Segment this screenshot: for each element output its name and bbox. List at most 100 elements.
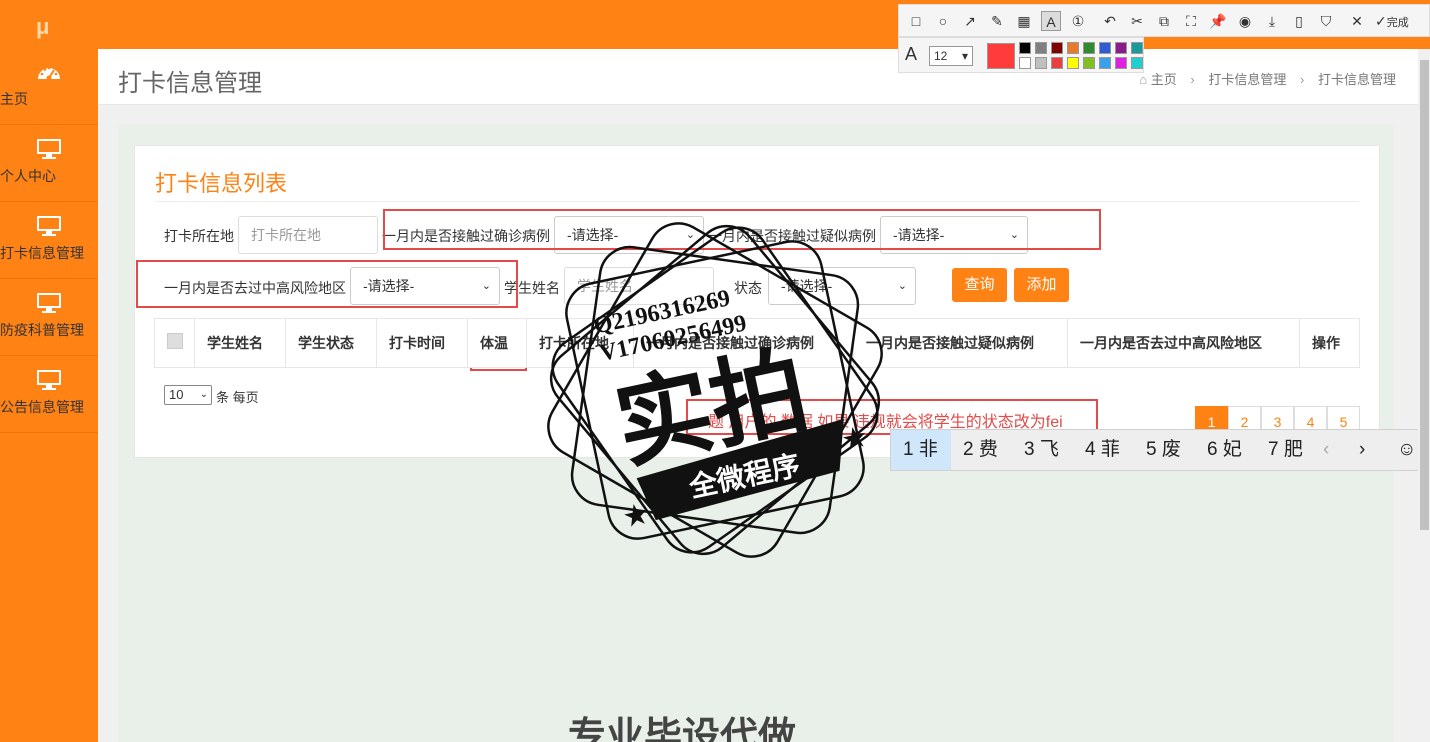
screenshot-toolbar: □ ○ ↗ ✎ ▦ A ① ↶ ✂ ⧉ ⛶ 📌 ◉ ⤓ ▯ ⛉ ✕ ✓完成 xyxy=(898,4,1430,37)
chevron-right-icon[interactable]: › xyxy=(1359,430,1365,470)
chevron-right-icon: › xyxy=(1190,72,1195,87)
ime-candidate[interactable]: 4 菲 xyxy=(1085,430,1120,470)
color-swatch[interactable] xyxy=(1035,57,1047,69)
location-label: 打卡所在地 xyxy=(164,228,234,244)
table-header[interactable]: 体温 xyxy=(468,319,527,367)
breadcrumb-home[interactable]: 主页 xyxy=(1151,72,1177,87)
table-header: 操作 xyxy=(1312,335,1340,351)
page-size-select[interactable]: 10 ⌄ xyxy=(164,385,212,405)
color-swatch[interactable] xyxy=(1083,42,1095,54)
watermark-bottom-text: 专业毕设代做 xyxy=(568,716,797,742)
divider xyxy=(155,201,1359,202)
selected-color[interactable] xyxy=(987,43,1015,69)
table-header[interactable]: 学生姓名 xyxy=(195,319,286,367)
table-header[interactable]: 一月内是否去过中高风险地区 xyxy=(1068,319,1300,367)
chevron-right-icon: › xyxy=(1300,72,1305,87)
color-swatch[interactable] xyxy=(1051,42,1063,54)
undo-icon[interactable]: ↶ xyxy=(1100,11,1120,31)
ime-candidate-bar: 1 非 2 费 3 飞 4 菲 5 废 6 妃 7 肥 ‹ › ☺ xyxy=(890,429,1430,471)
emoji-icon[interactable]: ☺ xyxy=(1397,430,1416,470)
monitor-icon xyxy=(37,139,61,159)
add-button[interactable]: 添加 xyxy=(1014,268,1069,302)
font-size-icon: A xyxy=(905,44,918,64)
panel-title: 打卡信息列表 xyxy=(155,171,288,196)
font-size-value: 12 xyxy=(934,49,948,63)
arrow-tool-icon[interactable]: ↗ xyxy=(960,11,980,31)
ime-candidate[interactable]: 6 妃 xyxy=(1207,430,1242,470)
sidebar: μ 主页 个人中心 打卡信息管理 防疫科普管理 公告信息管理 xyxy=(0,0,98,742)
table-header[interactable]: 打卡时间 xyxy=(377,319,468,367)
ime-candidate[interactable]: 7 肥 xyxy=(1268,430,1303,470)
done-label: 完成 xyxy=(1386,17,1409,29)
sidebar-item-label: 主页 xyxy=(0,91,28,107)
chevron-down-icon: ⌄ xyxy=(199,389,208,400)
sidebar-item-profile[interactable]: 个人中心 xyxy=(0,126,98,202)
color-swatch[interactable] xyxy=(1067,42,1079,54)
main-header: 打卡信息管理 ⌂ 主页 › 打卡信息管理 › 打卡信息管理 xyxy=(98,49,1418,105)
table-header[interactable]: 学生状态 xyxy=(286,319,377,367)
breadcrumb-current: 打卡信息管理 xyxy=(1317,72,1396,87)
logo: μ xyxy=(36,14,50,39)
color-swatch[interactable] xyxy=(1099,42,1111,54)
font-size-select[interactable]: 12 ▾ xyxy=(929,46,973,66)
breadcrumb-section[interactable]: 打卡信息管理 xyxy=(1208,72,1286,87)
home-icon: ⌂ xyxy=(1139,72,1148,87)
color-swatch[interactable] xyxy=(1067,57,1079,69)
annotation-box xyxy=(136,260,518,308)
breadcrumb: ⌂ 主页 › 打卡信息管理 › 打卡信息管理 xyxy=(1139,69,1396,88)
color-swatch[interactable] xyxy=(1115,42,1127,54)
color-swatch[interactable] xyxy=(1083,57,1095,69)
scrollbar-thumb[interactable] xyxy=(1420,60,1429,530)
ime-candidate[interactable]: 1 非 xyxy=(891,430,951,470)
monitor-icon xyxy=(37,216,61,236)
ime-candidate[interactable]: 5 废 xyxy=(1146,430,1181,470)
sidebar-item-label: 公告信息管理 xyxy=(0,399,84,415)
color-swatch[interactable] xyxy=(1035,42,1047,54)
color-swatch[interactable] xyxy=(1131,57,1143,69)
screenshot-text-options: A 12 ▾ xyxy=(898,37,1144,73)
color-swatch[interactable] xyxy=(1019,57,1031,69)
record-icon[interactable]: ◉ xyxy=(1235,11,1255,31)
ocr-icon[interactable]: ⧉ xyxy=(1154,11,1174,31)
ime-candidate[interactable]: 3 飞 xyxy=(1024,430,1059,470)
sidebar-item-notice[interactable]: 公告信息管理 xyxy=(0,357,98,433)
scissors-icon[interactable]: ✂ xyxy=(1127,11,1147,31)
sidebar-item-checkin[interactable]: 打卡信息管理 xyxy=(0,203,98,279)
page-title: 打卡信息管理 xyxy=(118,70,262,97)
color-swatch[interactable] xyxy=(1131,42,1143,54)
text-tool-icon[interactable]: A xyxy=(1041,11,1061,31)
pen-tool-icon[interactable]: ✎ xyxy=(987,11,1007,31)
sidebar-item-home[interactable]: 主页 xyxy=(0,49,98,125)
chevron-left-icon[interactable]: ‹ xyxy=(1323,430,1329,470)
number-tool-icon[interactable]: ① xyxy=(1068,11,1088,31)
mosaic-tool-icon[interactable]: ▦ xyxy=(1014,11,1034,31)
monitor-icon xyxy=(37,370,61,390)
watermark-stamp: Q2196316269 V17060256499 实拍 全微程序 ★ ★ xyxy=(547,222,883,558)
close-icon[interactable]: ✕ xyxy=(1347,11,1367,31)
ime-candidate[interactable]: 2 费 xyxy=(963,430,998,470)
monitor-icon xyxy=(37,293,61,313)
sidebar-item-label: 个人中心 xyxy=(0,168,56,184)
page-size-suffix: 条 每页 xyxy=(216,390,259,405)
pin-icon[interactable]: 📌 xyxy=(1208,11,1228,31)
sidebar-item-label: 防疫科普管理 xyxy=(0,322,84,338)
phone-icon[interactable]: ▯ xyxy=(1289,11,1309,31)
location-input[interactable] xyxy=(238,216,378,254)
bookmark-icon[interactable]: ⛉ xyxy=(1316,11,1336,31)
select-all-checkbox[interactable] xyxy=(167,333,183,349)
color-swatch[interactable] xyxy=(1099,57,1111,69)
query-button[interactable]: 查询 xyxy=(952,268,1007,302)
color-swatch[interactable] xyxy=(1051,57,1063,69)
rectangle-tool-icon[interactable]: □ xyxy=(906,11,926,31)
fullscreen-icon[interactable]: ⛶ xyxy=(1181,11,1201,31)
color-swatch[interactable] xyxy=(1115,57,1127,69)
ellipse-tool-icon[interactable]: ○ xyxy=(933,11,953,31)
table-header-select xyxy=(155,319,195,367)
chevron-down-icon: ▾ xyxy=(961,49,968,63)
page-size-value: 10 xyxy=(169,387,184,402)
sidebar-item-epidemic[interactable]: 防疫科普管理 xyxy=(0,280,98,356)
color-swatch[interactable] xyxy=(1019,42,1031,54)
sidebar-item-label: 打卡信息管理 xyxy=(0,245,84,261)
download-icon[interactable]: ⤓ xyxy=(1262,11,1282,31)
done-button[interactable]: ✓完成 xyxy=(1375,11,1425,31)
